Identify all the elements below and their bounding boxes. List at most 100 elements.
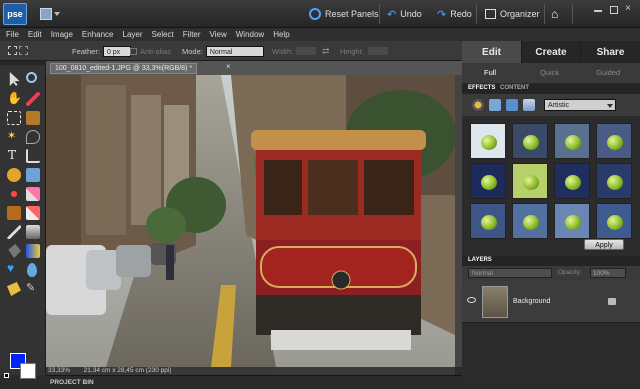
blur-tool-icon[interactable] [27,263,37,277]
menu-view[interactable]: View [210,28,227,41]
visibility-eye-icon[interactable] [467,297,476,303]
effect-thumbnail[interactable] [470,203,506,239]
selection-mode-icons[interactable] [8,44,30,58]
default-colors-icon[interactable] [4,373,9,378]
zoom-tool-icon[interactable] [26,72,37,83]
undo-button[interactable]: ↶ Undo [387,6,422,22]
height-input[interactable] [368,47,388,55]
new-selection-icon[interactable] [8,46,17,55]
tab-effects[interactable]: EFFECTS [468,85,495,91]
minimize-icon[interactable] [594,10,602,12]
subtab-guided[interactable]: Guided [596,68,620,77]
effect-thumbnail[interactable] [512,163,548,199]
brush-tool-icon[interactable] [7,225,21,239]
layers-toolbar: Normal Opacity: 100% [462,266,640,281]
clone-stamp-tool-icon[interactable] [7,206,21,220]
menu-help[interactable]: Help [273,28,289,41]
blend-mode-select[interactable]: Normal [468,268,552,278]
tab-content[interactable]: CONTENT [500,85,529,91]
magic-wand-tool-icon[interactable]: ✶ [7,129,16,142]
photo-effects-icon[interactable] [506,99,518,111]
close-document-icon[interactable]: × [226,62,231,71]
reset-icon [309,8,321,20]
antialias-checkbox[interactable] [130,47,137,55]
mode-select[interactable]: Normal [205,45,264,57]
apply-button[interactable]: Apply [584,239,624,250]
eraser-tool-icon[interactable] [26,206,40,220]
width-control: Width: [272,45,293,57]
tab-edit-label: Edit [482,46,501,58]
redo-button[interactable]: ↷ Redo [437,6,472,22]
paint-bucket-tool-icon[interactable] [8,244,21,258]
menu-layer[interactable]: Layer [123,28,143,41]
effect-thumbnail[interactable] [596,163,632,199]
pencil-tool-icon[interactable]: ✎ [26,281,35,294]
effect-thumbnail[interactable] [470,163,506,199]
menu-enhance[interactable]: Enhance [82,28,114,41]
menu-select[interactable]: Select [152,28,174,41]
effect-thumbnail[interactable] [470,123,506,159]
healing-brush-tool-icon[interactable] [26,187,40,201]
close-icon[interactable]: × [625,3,631,14]
swap-icon[interactable]: ⇄ [322,46,330,57]
hand-tool-icon[interactable]: ✋ [7,91,22,105]
reset-panels-button[interactable]: Reset Panels [309,6,379,22]
tab-share[interactable]: Share [581,41,640,63]
subtab-quick[interactable]: Quick [540,68,559,77]
divider [544,4,545,24]
smart-brush-tool-icon[interactable] [26,225,40,239]
antialias-control[interactable]: Anti-alias [130,45,171,57]
effects-category-select[interactable]: Artistic [544,99,616,111]
organizer-button[interactable]: Organizer [485,6,540,22]
undo-label: Undo [400,9,422,19]
move-tool-icon[interactable] [9,72,20,86]
vertical-scrollbar[interactable] [455,75,462,367]
effect-thumbnail[interactable] [512,203,548,239]
effect-thumbnail[interactable] [596,123,632,159]
document-tab[interactable]: 100_0810_edited-1.JPG @ 33,3%(RGB/8) * [50,63,198,74]
menu-file[interactable]: File [6,28,19,41]
width-input[interactable] [296,47,316,55]
sponge-tool-icon[interactable] [7,282,21,296]
add-selection-icon[interactable] [19,46,28,55]
layer-row-background[interactable]: Background [462,281,640,323]
cookie-cutter-tool-icon[interactable] [7,168,21,182]
lasso-tool-icon[interactable] [26,111,40,125]
lock-icon[interactable] [608,298,616,305]
zoom-level[interactable]: 33,33% [48,367,70,374]
effect-thumbnail[interactable] [554,203,590,239]
menu-image[interactable]: Image [51,28,73,41]
view-mode-button[interactable] [40,7,62,21]
image-canvas[interactable] [46,75,455,367]
gradient-tool-icon[interactable] [26,244,40,258]
show-all-icon[interactable] [523,99,535,111]
effect-thumbnail[interactable] [596,203,632,239]
tab-create[interactable]: Create [522,41,581,63]
menu-window[interactable]: Window [236,28,264,41]
redo-icon: ↷ [437,8,447,21]
straighten-tool-icon[interactable] [26,168,40,182]
filters-icon[interactable] [472,99,484,111]
tab-layers[interactable]: LAYERS [468,257,492,263]
eyedropper-tool-icon[interactable] [26,92,40,106]
shape-tool-icon[interactable]: ♥ [7,261,14,275]
layer-styles-icon[interactable] [489,99,501,111]
menu-filter[interactable]: Filter [183,28,201,41]
maximize-icon[interactable] [610,6,618,14]
project-bin-label[interactable]: PROJECT BIN [50,379,94,386]
background-color-swatch[interactable] [20,363,36,379]
effect-thumbnail[interactable] [512,123,548,159]
subtab-full[interactable]: Full [484,68,496,77]
marquee-tool-icon[interactable] [7,111,21,125]
red-eye-tool-icon[interactable] [7,187,21,201]
tab-edit[interactable]: Edit [462,41,522,63]
type-tool-icon[interactable]: T [8,148,16,162]
effect-thumbnail[interactable] [554,163,590,199]
menu-edit[interactable]: Edit [28,28,42,41]
effect-thumbnail[interactable] [554,123,590,159]
home-button[interactable]: ⌂ [551,6,558,22]
opacity-input[interactable]: 100% [590,268,626,278]
crop-tool-icon[interactable] [26,149,40,163]
feather-input[interactable]: 0 px [102,45,131,57]
quick-selection-tool-icon[interactable] [26,130,40,144]
